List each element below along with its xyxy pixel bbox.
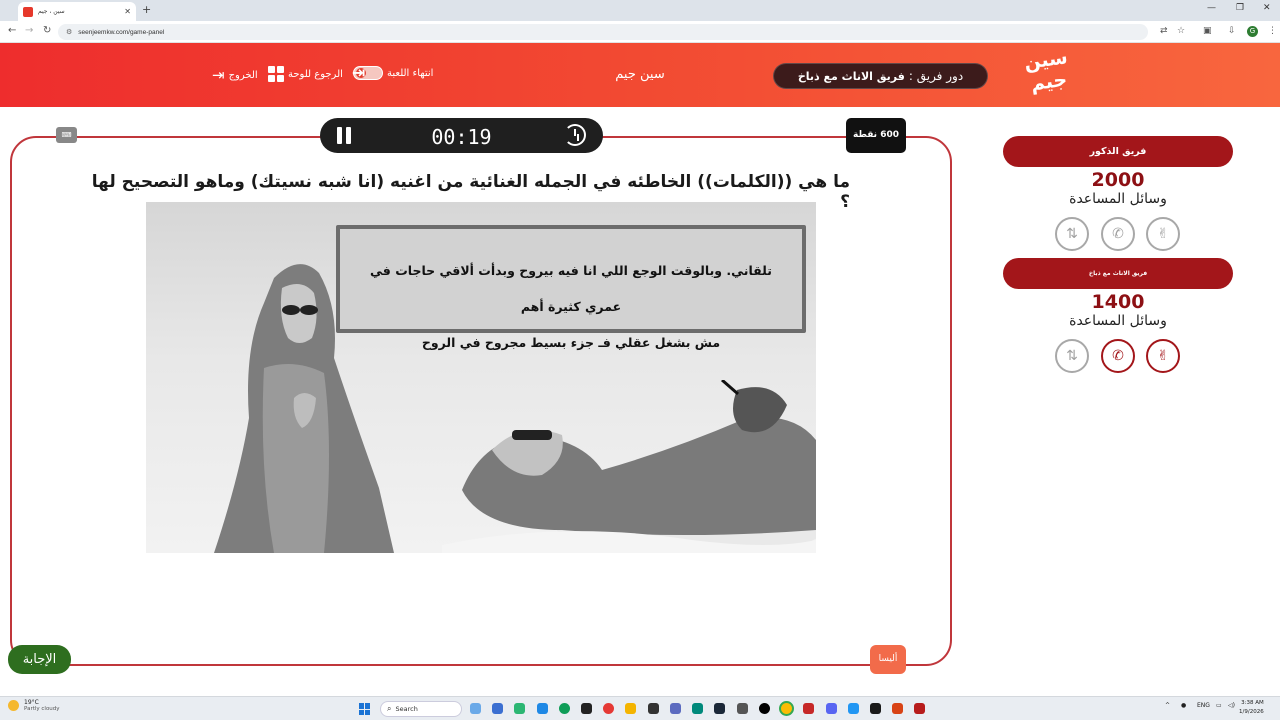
mic-icon[interactable]: ● (1181, 702, 1186, 709)
back-to-board-label: الرجوع للوحة (288, 68, 343, 80)
site-favicon-icon (23, 6, 33, 17)
team-1-score: 2000 (1091, 169, 1145, 191)
temperature: 19°C (24, 699, 39, 706)
weather-text: Partly cloudy (24, 706, 60, 712)
translate-icon[interactable]: ⇄ (1160, 26, 1168, 36)
close-tab-icon[interactable]: ✕ (124, 7, 131, 16)
maximize-button[interactable]: ❐ (1236, 3, 1244, 13)
back-to-board-action[interactable]: الرجوع للوحة (268, 66, 343, 82)
taskbar-search[interactable]: ⌕ Search (380, 701, 462, 717)
phone-icon[interactable]: ✆ (1101, 339, 1135, 373)
next-button[interactable]: أليسا (870, 645, 906, 674)
current-turn-indicator: دور فريق : فريق الاناث مع ذباخ (773, 63, 988, 89)
clock-time: 3:38 AM (1241, 700, 1264, 706)
keyboard-icon[interactable]: ⌨ (56, 127, 77, 143)
reset-timer-icon[interactable] (564, 124, 586, 146)
weather-widget[interactable]: 19°C Partly cloudy (8, 699, 60, 712)
language-indicator[interactable]: ENG (1197, 702, 1210, 709)
app-icon-10[interactable] (848, 703, 859, 714)
app-icon-3[interactable] (581, 703, 592, 714)
lyric-frame: تلقاني. وبالوقت الوجع اللي انا فيه بيروح… (336, 225, 806, 350)
widgets-icon[interactable] (470, 703, 481, 714)
app-icon-11[interactable] (870, 703, 881, 714)
downloads-icon[interactable]: ⇩ (1228, 26, 1236, 36)
team-1-name-bar: فريق الذكور (1003, 136, 1233, 167)
start-button[interactable] (359, 703, 371, 715)
task-view-icon[interactable] (492, 703, 503, 714)
team-2-score: 1400 (1091, 291, 1145, 313)
reload-button[interactable]: ↻ (43, 25, 51, 36)
app-icon-6[interactable] (692, 703, 703, 714)
url-bar[interactable]: ⚙ seenjeemkw.com/game-panel (58, 24, 1148, 40)
tab-title: سين ، جيم (38, 8, 65, 15)
exit-label: الخروج (228, 69, 258, 81)
network-icon[interactable]: ▭ (1216, 702, 1222, 709)
clock-date: 1/9/2026 (1239, 709, 1264, 715)
address-bar-row: ← → ↻ ⚙ seenjeemkw.com/game-panel ⇄ ☆ ▣ … (0, 21, 1280, 43)
app-icon-8[interactable] (759, 703, 770, 714)
app-icon-5[interactable] (670, 703, 681, 714)
turn-team-name: فريق الاناث مع ذباخ (797, 69, 905, 83)
swap-icon[interactable]: ⇅ (1055, 217, 1089, 251)
extensions-icon[interactable]: ▣ (1203, 26, 1212, 36)
swap-icon[interactable]: ⇅ (1055, 339, 1089, 373)
show-answer-button[interactable]: الإجابة (8, 645, 71, 674)
team-2-help-label: وسائل المساعدة (1069, 313, 1167, 329)
question-image: تلقاني. وبالوقت الوجع اللي انا فيه بيروح… (146, 202, 816, 553)
discord-icon[interactable] (826, 703, 837, 714)
lyric-line-1: تلقاني. وبالوقت الوجع اللي انا فيه بيروح… (370, 263, 772, 314)
timer-bar: 00:19 (320, 118, 603, 153)
grid-icon (268, 66, 284, 82)
chrome-icon[interactable] (781, 703, 792, 714)
lyric-line-2: مش بشغل عقلي فـ جزء بسيط مجروح في الروح (421, 335, 721, 350)
file-explorer-icon[interactable] (625, 703, 636, 714)
app-icon-12[interactable] (892, 703, 903, 714)
exit-action[interactable]: الخروج ⇥ (212, 66, 258, 84)
partly-cloudy-icon (8, 700, 19, 711)
app-icon-1[interactable] (514, 703, 525, 714)
opera-icon[interactable] (603, 703, 614, 714)
two-answers-icon[interactable]: ✌ (1146, 217, 1180, 251)
site-logo[interactable]: سين جيم (1023, 46, 1074, 104)
turn-prefix: دور فريق : (908, 69, 964, 83)
timer-display: 00:19 (431, 125, 492, 149)
search-label: Search (395, 705, 418, 713)
back-arrow-icon: ⇥ (352, 63, 366, 82)
team-2-name-bar: فريق الاناث مع ذباخ (1003, 258, 1233, 289)
steam-icon[interactable] (714, 703, 725, 714)
new-tab-button[interactable]: + (142, 3, 151, 16)
question-points-badge: 600 نقطة (846, 118, 906, 153)
browser-tab-bar: سين ، جيم ✕ + — ❐ ✕ (0, 0, 1280, 21)
team-1-help-label: وسائل المساعدة (1069, 191, 1167, 207)
profile-avatar[interactable]: G (1247, 26, 1258, 37)
two-answers-icon[interactable]: ✌ (1146, 339, 1180, 373)
browser-tab[interactable]: سين ، جيم ✕ (18, 2, 136, 21)
tray-chevron-icon[interactable]: ^ (1165, 702, 1170, 709)
app-icon-4[interactable] (648, 703, 659, 714)
edge-icon[interactable] (559, 703, 570, 714)
menu-icon[interactable]: ⋮ (1268, 26, 1277, 36)
app-icon-2[interactable] (537, 703, 548, 714)
end-game-label: انتهاء اللعبة (387, 67, 434, 79)
exit-icon: ⇥ (212, 66, 225, 84)
search-icon: ⌕ (387, 704, 392, 713)
app-icon-13[interactable] (914, 703, 925, 714)
bookmark-star-icon[interactable]: ☆ (1177, 26, 1185, 36)
app-icon-7[interactable] (737, 703, 748, 714)
game-header: سين جيم دور فريق : فريق الاناث مع ذباخ س… (0, 43, 1280, 107)
windows-taskbar: 19°C Partly cloudy ⌕ Search ^ ● ENG ▭ ◁)… (0, 696, 1280, 720)
reclining-man-illustration (442, 380, 816, 553)
volume-icon[interactable]: ◁) (1228, 702, 1235, 709)
site-name: سين جيم (615, 67, 665, 82)
forward-button[interactable]: → (25, 25, 33, 36)
system-clock[interactable]: 3:38 AM 1/9/2026 (1239, 699, 1264, 717)
close-window-button[interactable]: ✕ (1263, 3, 1271, 13)
phone-icon[interactable]: ✆ (1101, 217, 1135, 251)
url-text: seenjeemkw.com/game-panel (78, 28, 165, 36)
minimize-button[interactable]: — (1207, 3, 1216, 13)
app-icon-9[interactable] (803, 703, 814, 714)
back-button[interactable]: ← (8, 25, 16, 36)
site-info-icon[interactable]: ⚙ (66, 28, 72, 36)
